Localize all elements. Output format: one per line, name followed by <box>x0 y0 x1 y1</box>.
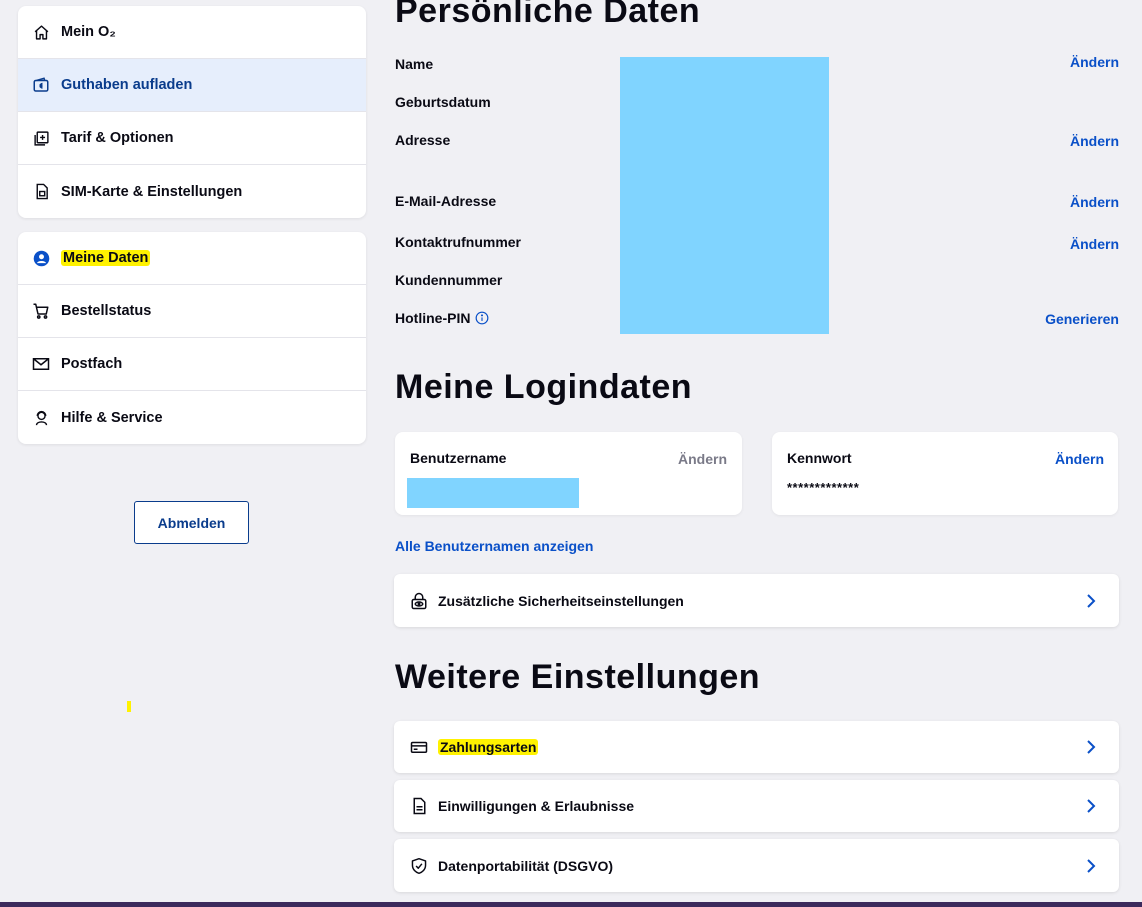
sidebar-item-label: SIM-Karte & Einstellungen <box>61 183 243 200</box>
sidebar-item-label: Guthaben aufladen <box>61 77 193 93</box>
change-email-link[interactable]: Ändern <box>1070 194 1119 210</box>
sidebar-item-bestellstatus[interactable]: Bestellstatus <box>18 285 366 338</box>
sidebar-item-sim-karte[interactable]: SIM-Karte & Einstellungen <box>18 165 366 218</box>
password-card: Kennwort Ändern ************* <box>772 432 1118 515</box>
add-square-icon <box>32 129 50 147</box>
wallet-euro-icon <box>32 76 50 94</box>
bottom-edge-bar <box>0 902 1142 907</box>
sidebar-item-label: Mein O₂ <box>61 24 116 40</box>
consents-label: Einwilligungen & Erlaubnisse <box>438 798 635 814</box>
username-card: Benutzername Ändern <box>395 432 742 515</box>
field-label-hotline-pin: Hotline-PIN <box>395 310 489 326</box>
payment-methods-label-wrap: Zahlungsarten <box>438 739 1081 755</box>
personal-data-title: Persönliche Daten <box>395 0 701 30</box>
payment-methods-label: Zahlungsarten <box>438 739 539 755</box>
shield-check-icon <box>410 857 428 875</box>
chevron-right-icon <box>1081 591 1101 611</box>
info-icon[interactable] <box>475 311 489 325</box>
consents-row[interactable]: Einwilligungen & Erlaubnisse <box>394 780 1119 832</box>
highlight-mark <box>127 701 131 712</box>
sidebar-nav-group-2: Meine Daten Bestellstatus Postfach Hilfe… <box>18 232 366 444</box>
redacted-personal-values <box>620 57 829 334</box>
change-name-link[interactable]: Ändern <box>1070 54 1119 70</box>
login-data-title: Meine Logindaten <box>395 368 692 406</box>
field-label-birthdate: Geburtsdatum <box>395 94 491 110</box>
sidebar-nav-group-1: Mein O₂ Guthaben aufladen Tarif & Option… <box>18 6 366 218</box>
sim-card-icon <box>32 183 50 201</box>
change-username-link[interactable]: Ändern <box>678 451 727 467</box>
field-label-name: Name <box>395 56 434 72</box>
generate-pin-link[interactable]: Generieren <box>1045 311 1119 327</box>
lock-eye-icon <box>410 592 428 610</box>
payment-methods-row[interactable]: Zahlungsarten <box>394 721 1119 773</box>
sidebar-item-postfach[interactable]: Postfach <box>18 338 366 391</box>
field-label-customer-number: Kundennummer <box>395 272 503 288</box>
sidebar-item-mein-o2[interactable]: Mein O₂ <box>18 6 366 59</box>
change-address-link[interactable]: Ändern <box>1070 133 1119 149</box>
field-label-address: Adresse <box>395 132 451 148</box>
support-agent-icon <box>32 409 50 427</box>
field-label-email: E-Mail-Adresse <box>395 193 497 209</box>
sidebar-item-label: Hilfe & Service <box>61 409 163 426</box>
security-settings-row[interactable]: Zusätzliche Sicherheitseinstellungen <box>394 574 1119 627</box>
further-settings-title: Weitere Einstellungen <box>395 658 761 696</box>
sidebar-item-label: Meine Daten <box>61 250 151 266</box>
home-icon <box>32 23 50 41</box>
sidebar-item-label: Tarif & Optionen <box>61 130 174 146</box>
chevron-right-icon <box>1081 856 1101 876</box>
cart-icon <box>32 302 50 320</box>
data-portability-label: Datenportabilität (DSGVO) <box>438 857 614 874</box>
sidebar-item-label: Postfach <box>61 356 123 372</box>
change-password-link[interactable]: Ändern <box>1055 451 1104 467</box>
hotline-pin-text: Hotline-PIN <box>395 310 471 326</box>
sidebar-item-meine-daten[interactable]: Meine Daten <box>18 232 366 285</box>
mail-icon <box>32 355 50 373</box>
user-circle-icon <box>32 249 50 267</box>
sidebar-item-guthaben-aufladen[interactable]: Guthaben aufladen <box>18 59 366 112</box>
chevron-right-icon <box>1081 796 1101 816</box>
sidebar-item-hilfe-service[interactable]: Hilfe & Service <box>18 391 366 444</box>
data-portability-row[interactable]: Datenportabilität (DSGVO) <box>394 839 1119 892</box>
username-label: Benutzername <box>410 450 507 466</box>
credit-card-icon <box>410 738 428 756</box>
field-label-phone: Kontaktrufnummer <box>395 234 522 250</box>
logout-button[interactable]: Abmelden <box>134 501 249 544</box>
password-label: Kennwort <box>787 450 852 466</box>
chevron-right-icon <box>1081 737 1101 757</box>
show-all-usernames-link[interactable]: Alle Benutzernamen anzeigen <box>395 538 593 554</box>
password-value: ************* <box>787 480 860 495</box>
document-icon <box>410 797 428 815</box>
sidebar-item-tarif-optionen[interactable]: Tarif & Optionen <box>18 112 366 165</box>
security-settings-label: Zusätzliche Sicherheitseinstellungen <box>438 592 684 609</box>
change-phone-link[interactable]: Ändern <box>1070 236 1119 252</box>
redacted-username <box>407 478 579 508</box>
sidebar-item-label: Bestellstatus <box>61 303 152 319</box>
